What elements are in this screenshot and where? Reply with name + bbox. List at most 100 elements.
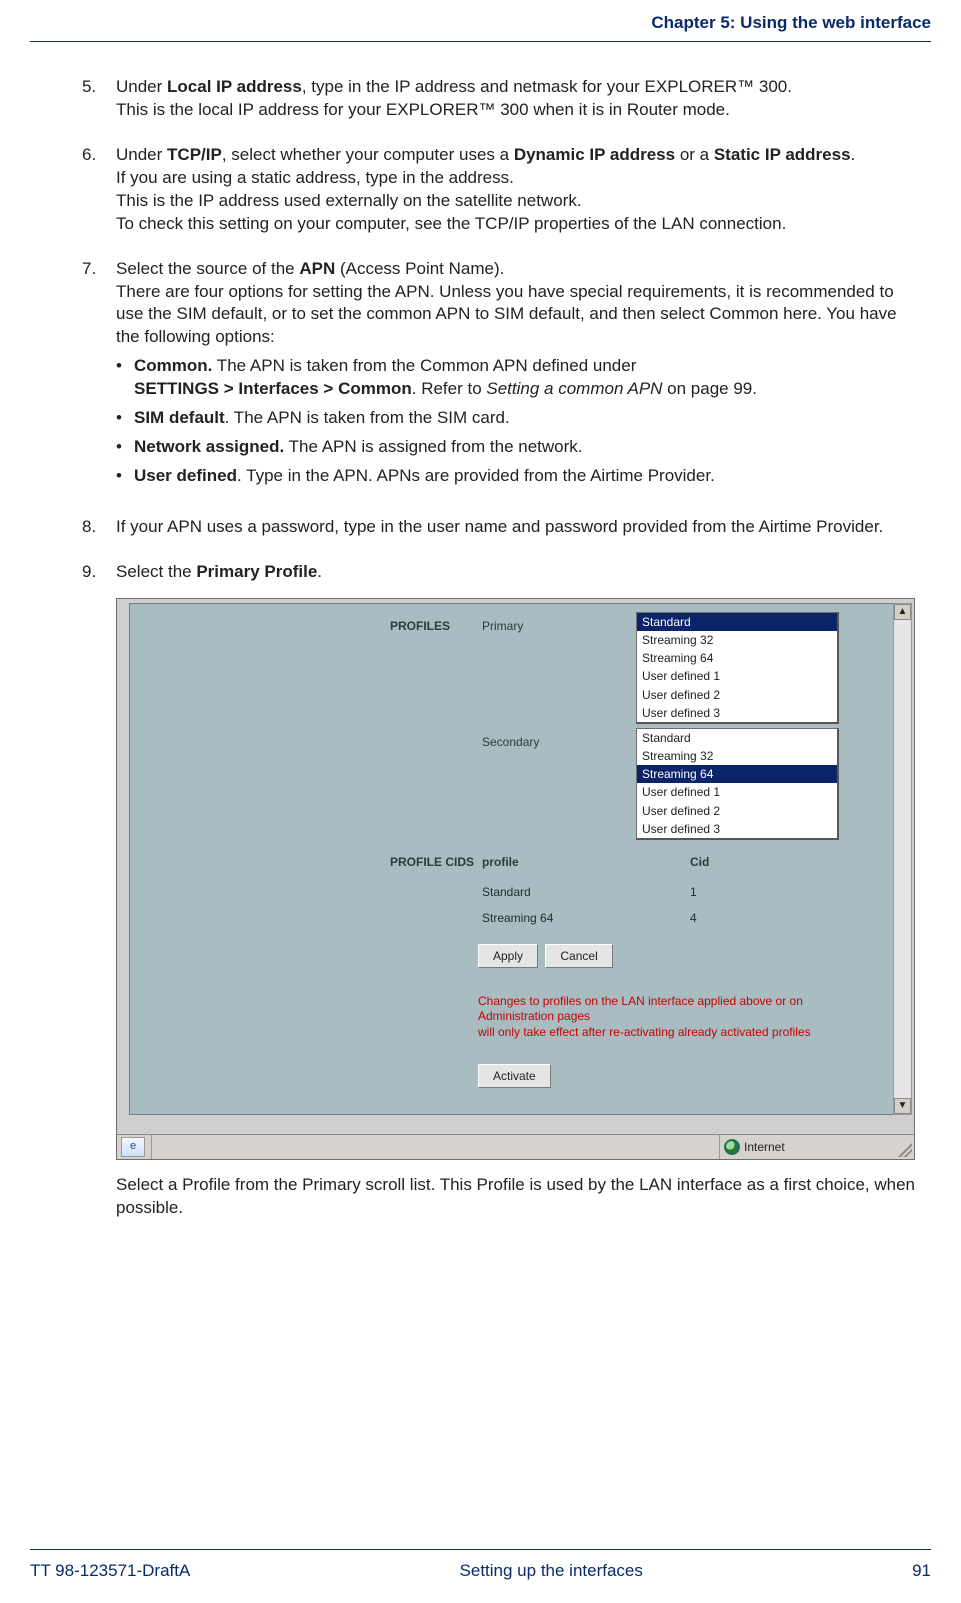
after-figure-text: Select a Profile from the Primary scroll… — [116, 1174, 915, 1220]
text: Select the — [116, 562, 196, 581]
footer-rule — [30, 1549, 931, 1550]
text: , select whether your computer uses a — [222, 145, 514, 164]
bold: Local IP address — [167, 77, 302, 96]
text: If you are using a static address, type … — [116, 168, 514, 187]
text: There are four options for setting the A… — [116, 282, 897, 347]
bold: User defined — [134, 466, 237, 485]
step-9: 9. Select the Primary Profile. — [82, 561, 915, 584]
cancel-button[interactable]: Cancel — [545, 944, 612, 968]
bold: TCP/IP — [167, 145, 222, 164]
step-number: 5. — [82, 76, 116, 122]
scroll-down-icon[interactable]: ▼ — [894, 1098, 911, 1114]
text: The APN is assigned from the network. — [284, 437, 582, 456]
bullet-dot: • — [116, 355, 134, 401]
text: (Access Point Name). — [335, 259, 504, 278]
globe-icon — [724, 1139, 740, 1155]
bullet: • SIM default. The APN is taken from the… — [116, 407, 915, 430]
bold: Primary Profile — [196, 562, 317, 581]
list-item[interactable]: User defined 1 — [637, 667, 837, 685]
list-item[interactable]: Streaming 64 — [637, 649, 837, 667]
bold: SIM default — [134, 408, 225, 427]
step-number: 8. — [82, 516, 116, 539]
internet-zone: Internet — [719, 1135, 914, 1159]
bold: Network assigned. — [134, 437, 284, 456]
primary-profile-listbox[interactable]: Standard Streaming 32 Streaming 64 User … — [636, 612, 839, 724]
footer-left: TT 98-123571-DraftA — [30, 1560, 190, 1583]
ie-page-icon: e — [121, 1137, 145, 1157]
bold: Static IP address — [714, 145, 851, 164]
list-item[interactable]: Streaming 32 — [637, 631, 837, 649]
scroll-up-icon[interactable]: ▲ — [894, 604, 911, 620]
label-primary: Primary — [482, 618, 523, 634]
bold: APN — [299, 259, 335, 278]
list-item[interactable]: Standard — [637, 613, 837, 631]
text: This is the IP address used externally o… — [116, 191, 582, 210]
text: Select the source of the — [116, 259, 299, 278]
text: . — [317, 562, 322, 581]
warning-text: Changes to profiles on the LAN interface… — [478, 994, 879, 1041]
step-number: 7. — [82, 258, 116, 494]
list-item[interactable]: Streaming 32 — [637, 747, 837, 765]
text: on page 99. — [662, 379, 757, 398]
bullet-dot: • — [116, 436, 134, 459]
cids-profile: Standard — [482, 885, 531, 899]
text: . — [851, 145, 856, 164]
footer-right: 91 — [912, 1560, 931, 1583]
text: . The APN is taken from the SIM card. — [225, 408, 510, 427]
list-item[interactable]: User defined 1 — [637, 783, 837, 801]
list-item[interactable]: Streaming 64 — [637, 765, 837, 783]
bullet: • Common. The APN is taken from the Comm… — [116, 355, 915, 401]
cids-profile: Streaming 64 — [482, 911, 553, 925]
text: This is the local IP address for your EX… — [116, 100, 730, 119]
activate-button[interactable]: Activate — [478, 1064, 551, 1088]
cids-row: Streaming 64 4 — [482, 910, 553, 926]
text: . Type in the APN. APNs are provided fro… — [237, 466, 715, 485]
apply-button[interactable]: Apply — [478, 944, 538, 968]
status-bar: e Internet — [117, 1134, 914, 1159]
step-8: 8. If your APN uses a password, type in … — [82, 516, 915, 539]
cids-cid: 4 — [690, 910, 697, 926]
secondary-profile-listbox[interactable]: Standard Streaming 32 Streaming 64 User … — [636, 728, 839, 840]
text: or a — [675, 145, 714, 164]
bold: Common. — [134, 356, 212, 375]
step-7: 7. Select the source of the APN (Access … — [82, 258, 915, 494]
running-header: Chapter 5: Using the web interface — [30, 0, 931, 41]
text: , type in the IP address and netmask for… — [302, 77, 792, 96]
bullet: • User defined. Type in the APN. APNs ar… — [116, 465, 915, 488]
list-item[interactable]: User defined 2 — [637, 686, 837, 704]
label-profiles: PROFILES — [390, 618, 450, 634]
step-5: 5. Under Local IP address, type in the I… — [82, 76, 915, 122]
resize-grip-icon — [898, 1143, 912, 1157]
text: will only take effect after re-activatin… — [478, 1025, 811, 1039]
bullet-dot: • — [116, 407, 134, 430]
text: Changes to profiles on the LAN interface… — [478, 994, 803, 1024]
step-6: 6. Under TCP/IP, select whether your com… — [82, 144, 915, 236]
footer-center: Setting up the interfaces — [460, 1560, 643, 1583]
cids-row: Standard 1 — [482, 884, 531, 900]
profiles-figure: PROFILES Primary Secondary PROFILE CIDS … — [116, 598, 915, 1160]
step-number: 9. — [82, 561, 116, 584]
list-item[interactable]: User defined 2 — [637, 802, 837, 820]
label-profile: profile — [482, 854, 519, 870]
text: The APN is taken from the Common APN def… — [212, 356, 636, 375]
bullet: • Network assigned. The APN is assigned … — [116, 436, 915, 459]
label-profile-cids: PROFILE CIDS — [390, 854, 474, 870]
label-secondary: Secondary — [482, 734, 539, 750]
label-cid: Cid — [690, 854, 709, 870]
italic: Setting a common APN — [486, 379, 662, 398]
text: Under — [116, 77, 167, 96]
bullet-dot: • — [116, 465, 134, 488]
list-item[interactable]: User defined 3 — [637, 820, 837, 838]
list-item[interactable]: User defined 3 — [637, 704, 837, 722]
vertical-scrollbar[interactable]: ▲ ▼ — [893, 603, 912, 1115]
text: To check this setting on your computer, … — [116, 214, 786, 233]
list-item[interactable]: Standard — [637, 729, 837, 747]
bold: SETTINGS > Interfaces > Common — [134, 379, 412, 398]
zone-label: Internet — [744, 1139, 785, 1155]
text: If your APN uses a password, type in the… — [116, 516, 915, 539]
bold: Dynamic IP address — [514, 145, 675, 164]
figure-canvas: PROFILES Primary Secondary PROFILE CIDS … — [129, 603, 894, 1115]
page-footer: TT 98-123571-DraftA Setting up the inter… — [30, 1549, 931, 1583]
status-spacer — [151, 1135, 719, 1159]
cids-cid: 1 — [690, 884, 697, 900]
